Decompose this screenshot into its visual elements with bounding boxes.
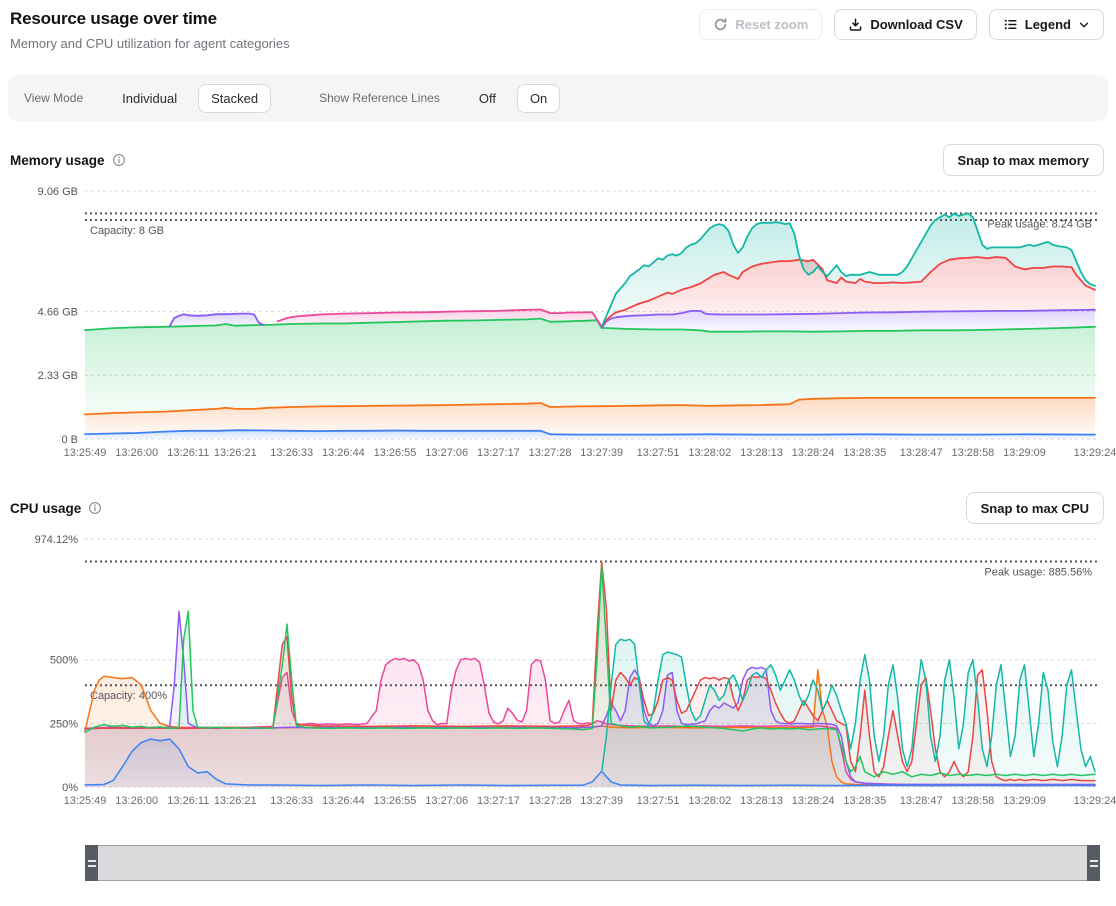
x-axis-tick-label: 13:28:13 — [740, 447, 783, 459]
header-actions: Reset zoom Download CSV Legend — [699, 9, 1104, 40]
x-axis-tick-label: 13:28:47 — [900, 795, 943, 807]
reference-lines-off-option[interactable]: Off — [466, 84, 509, 113]
x-axis-tick-label: 13:28:02 — [688, 795, 731, 807]
header-text: Resource usage over time Memory and CPU … — [10, 9, 290, 51]
resource-usage-page: Resource usage over time Memory and CPU … — [0, 0, 1116, 906]
brush-grip-icon — [88, 860, 96, 867]
x-axis-tick-label: 13:27:51 — [637, 447, 680, 459]
x-axis-tick-label: 13:27:39 — [580, 795, 623, 807]
time-range-brush[interactable] — [85, 845, 1100, 881]
view-mode-label: View Mode — [24, 91, 83, 105]
view-mode-stacked-option[interactable]: Stacked — [198, 84, 271, 113]
y-axis-tick-label: 0% — [62, 782, 78, 794]
brush-grip-icon — [1090, 860, 1098, 867]
x-axis-tick-label: 13:26:11 — [167, 795, 209, 807]
x-axis-tick-label: 13:27:06 — [425, 447, 468, 459]
x-axis-tick-label: 13:26:00 — [115, 795, 158, 807]
x-axis-tick-label: 13:29:09 — [1003, 447, 1046, 459]
cpu-usage-chart: 974.12% 500% 250% 0%13:25:49 13:26:00 13:26:1… — [0, 527, 1116, 819]
page-title: Resource usage over time — [10, 9, 290, 29]
x-axis-tick-label: 13:26:44 — [322, 795, 365, 807]
x-axis-tick-label: 13:26:21 — [214, 795, 257, 807]
memory-chart-plot-area[interactable] — [85, 191, 1095, 439]
x-axis-tick-label: 13:28:02 — [688, 447, 731, 459]
view-mode-individual-option[interactable]: Individual — [109, 84, 190, 113]
download-csv-label: Download CSV — [870, 17, 962, 32]
memory-section-header: Memory usage Snap to max memory — [0, 143, 1116, 177]
x-axis-tick-label: 13:29:24 — [1074, 795, 1116, 807]
x-axis-tick-label: 13:26:11 — [167, 447, 209, 459]
x-axis-tick-label: 13:28:47 — [900, 447, 943, 459]
x-axis-tick-label: 13:27:28 — [529, 795, 572, 807]
reference-lines-on-option[interactable]: On — [517, 84, 560, 113]
legend-list-icon — [1003, 17, 1018, 32]
y-axis-tick-label: 0 B — [61, 434, 78, 446]
reset-zoom-button[interactable]: Reset zoom — [699, 9, 822, 40]
x-axis-tick-label: 13:27:39 — [580, 447, 623, 459]
x-axis-tick-label: 13:28:35 — [843, 795, 886, 807]
cpu-section-title-row: CPU usage — [10, 501, 102, 516]
x-axis-tick-label: 13:26:33 — [270, 795, 313, 807]
download-csv-button[interactable]: Download CSV — [834, 9, 976, 40]
x-axis-tick-label: 13:29:09 — [1003, 795, 1046, 807]
x-axis-tick-label: 13:28:58 — [951, 795, 994, 807]
brush-handle-right[interactable] — [1087, 845, 1100, 881]
x-axis-tick-label: 13:28:58 — [951, 447, 994, 459]
x-axis-tick-label: 13:27:28 — [529, 447, 572, 459]
x-axis-tick-label: 13:26:00 — [115, 447, 158, 459]
page-header: Resource usage over time Memory and CPU … — [0, 0, 1116, 51]
memory-usage-chart: 9.06 GB 4.66 GB 2.33 GB 0 B13:25:49 13:26:00… — [0, 179, 1116, 471]
y-axis-tick-label: 2.33 GB — [38, 370, 78, 382]
brush-track[interactable] — [99, 846, 1086, 880]
x-axis-tick-label: 13:26:55 — [374, 447, 417, 459]
download-icon — [848, 17, 863, 32]
x-axis-tick-label: 13:27:51 — [637, 795, 680, 807]
x-axis-tick-label: 13:28:13 — [740, 795, 783, 807]
memory-section-title-row: Memory usage — [10, 153, 126, 168]
x-axis-tick-label: 13:28:24 — [792, 447, 835, 459]
legend-button[interactable]: Legend — [989, 9, 1104, 40]
info-icon[interactable] — [88, 501, 102, 515]
reset-zoom-label: Reset zoom — [735, 17, 808, 32]
x-axis-tick-label: 13:28:35 — [843, 447, 886, 459]
x-axis-tick-label: 13:26:33 — [270, 447, 313, 459]
x-axis-tick-label: 13:27:17 — [477, 447, 520, 459]
page-subtitle: Memory and CPU utilization for agent cat… — [10, 36, 290, 51]
chevron-down-icon — [1078, 19, 1090, 31]
y-axis-tick-label: 974.12% — [35, 534, 79, 546]
x-axis-tick-label: 13:29:24 — [1074, 447, 1116, 459]
x-axis-tick-label: 13:27:17 — [477, 795, 520, 807]
y-axis-tick-label: 250% — [50, 718, 78, 730]
x-axis-tick-label: 13:26:55 — [374, 795, 417, 807]
cpu-section-title: CPU usage — [10, 501, 81, 516]
cpu-chart-plot-area[interactable] — [85, 539, 1095, 787]
memory-section-title: Memory usage — [10, 153, 105, 168]
x-axis-tick-label: 13:27:06 — [425, 795, 468, 807]
reset-icon — [713, 17, 728, 32]
x-axis-tick-label: 13:26:44 — [322, 447, 365, 459]
legend-label: Legend — [1025, 17, 1071, 32]
cpu-section-header: CPU usage Snap to max CPU — [0, 491, 1116, 525]
x-axis-tick-label: 13:26:21 — [214, 447, 257, 459]
x-axis-tick-label: 13:25:49 — [64, 447, 107, 459]
x-axis-tick-label: 13:28:24 — [792, 795, 835, 807]
show-reference-lines-label: Show Reference Lines — [319, 91, 440, 105]
info-icon[interactable] — [112, 153, 126, 167]
snap-to-max-cpu-button[interactable]: Snap to max CPU — [966, 492, 1104, 524]
y-axis-tick-label: 9.06 GB — [38, 186, 78, 198]
brush-handle-left[interactable] — [85, 845, 98, 881]
chart-options-toolbar: View Mode Individual Stacked Show Refere… — [8, 75, 1108, 121]
y-axis-tick-label: 500% — [50, 655, 78, 667]
y-axis-tick-label: 4.66 GB — [38, 306, 78, 318]
snap-to-max-memory-button[interactable]: Snap to max memory — [943, 144, 1105, 176]
x-axis-tick-label: 13:25:49 — [64, 795, 107, 807]
